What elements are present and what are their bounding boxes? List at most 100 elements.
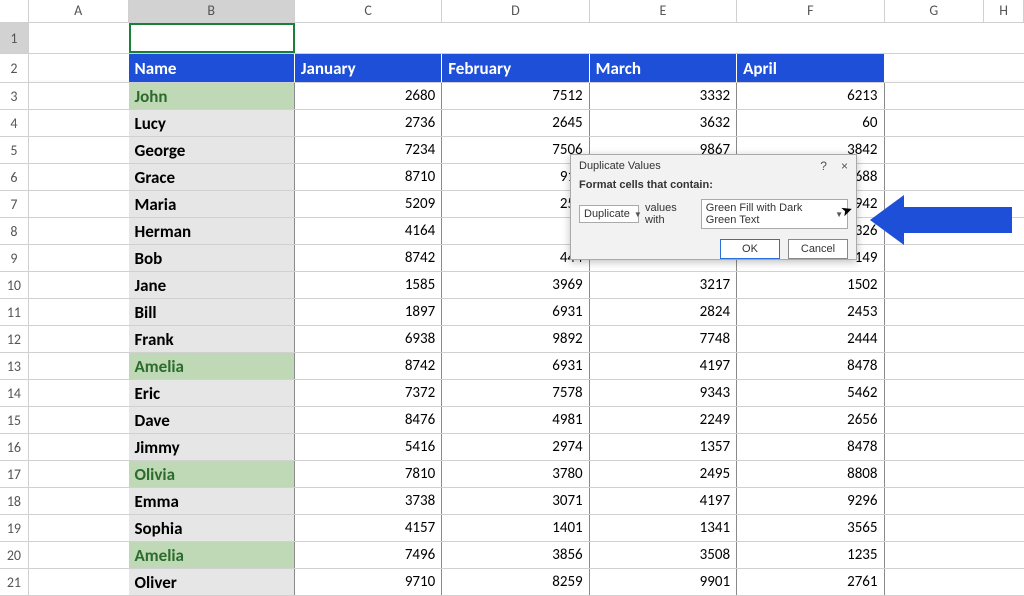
data-cell[interactable]: 1502 bbox=[737, 272, 884, 298]
cell[interactable] bbox=[984, 569, 1024, 595]
data-cell[interactable]: 2824 bbox=[590, 299, 737, 325]
format-dropdown[interactable]: Green Fill with Dark Green Text ▼ ➤ bbox=[701, 199, 848, 229]
cell[interactable] bbox=[29, 272, 129, 298]
name-cell[interactable]: George bbox=[129, 137, 295, 163]
row-header[interactable]: 8 bbox=[0, 218, 29, 244]
data-cell[interactable]: 3071 bbox=[442, 488, 589, 514]
data-cell[interactable]: 8478 bbox=[737, 353, 884, 379]
cell[interactable] bbox=[885, 110, 985, 136]
cell[interactable] bbox=[29, 353, 129, 379]
data-cell[interactable]: 7748 bbox=[590, 326, 737, 352]
col-header-G[interactable]: G bbox=[885, 0, 985, 22]
cell[interactable] bbox=[984, 488, 1024, 514]
data-cell[interactable]: 7578 bbox=[442, 380, 589, 406]
data-cell[interactable]: 2444 bbox=[737, 326, 884, 352]
cell[interactable] bbox=[984, 299, 1024, 325]
cell[interactable] bbox=[984, 434, 1024, 460]
cell[interactable] bbox=[29, 218, 129, 244]
col-header-C[interactable]: C bbox=[295, 0, 442, 22]
cell[interactable] bbox=[29, 164, 129, 190]
data-cell[interactable]: 258 bbox=[442, 191, 589, 217]
name-cell[interactable]: Grace bbox=[129, 164, 295, 190]
col-header-E[interactable]: E bbox=[590, 0, 737, 22]
cell[interactable] bbox=[29, 488, 129, 514]
cell[interactable] bbox=[29, 245, 129, 271]
col-header-F[interactable]: F bbox=[737, 0, 884, 22]
data-cell[interactable]: 3856 bbox=[442, 542, 589, 568]
cell[interactable] bbox=[29, 326, 129, 352]
data-cell[interactable]: 1235 bbox=[737, 542, 884, 568]
row-header[interactable]: 10 bbox=[0, 272, 29, 298]
data-cell[interactable]: 3332 bbox=[590, 83, 737, 109]
data-cell[interactable]: 3632 bbox=[590, 110, 737, 136]
header-mar[interactable]: March bbox=[590, 54, 737, 82]
name-cell[interactable]: Emma bbox=[129, 488, 295, 514]
name-cell[interactable]: Lucy bbox=[129, 110, 295, 136]
data-cell[interactable]: 7506 bbox=[442, 137, 589, 163]
cell[interactable] bbox=[984, 164, 1024, 190]
cell[interactable] bbox=[984, 326, 1024, 352]
cell[interactable] bbox=[984, 110, 1024, 136]
row-header[interactable]: 4 bbox=[0, 110, 29, 136]
cell[interactable] bbox=[885, 299, 985, 325]
name-cell[interactable]: Frank bbox=[129, 326, 295, 352]
data-cell[interactable]: 9892 bbox=[442, 326, 589, 352]
cell-A2[interactable] bbox=[29, 54, 129, 80]
name-cell[interactable]: Herman bbox=[129, 218, 295, 244]
data-cell[interactable]: 8742 bbox=[295, 353, 442, 379]
row-header[interactable]: 11 bbox=[0, 299, 29, 325]
cell[interactable] bbox=[885, 137, 985, 163]
name-cell[interactable]: Bob bbox=[129, 245, 295, 271]
name-cell[interactable]: Dave bbox=[129, 407, 295, 433]
row-header[interactable]: 17 bbox=[0, 461, 29, 487]
cell[interactable] bbox=[29, 110, 129, 136]
data-cell[interactable]: 5416 bbox=[295, 434, 442, 460]
data-cell[interactable]: 6 bbox=[442, 218, 589, 244]
data-cell[interactable]: 2495 bbox=[590, 461, 737, 487]
data-cell[interactable]: 4197 bbox=[590, 353, 737, 379]
cell[interactable] bbox=[984, 407, 1024, 433]
cell-B1-selected[interactable] bbox=[129, 23, 295, 53]
cell[interactable] bbox=[29, 542, 129, 568]
name-cell[interactable]: Maria bbox=[129, 191, 295, 217]
row-header-2[interactable]: 2 bbox=[0, 54, 29, 82]
data-cell[interactable]: 3738 bbox=[295, 488, 442, 514]
cell[interactable] bbox=[885, 488, 985, 514]
data-cell[interactable]: 6931 bbox=[442, 353, 589, 379]
data-cell[interactable]: 8478 bbox=[737, 434, 884, 460]
cell[interactable] bbox=[885, 353, 985, 379]
data-cell[interactable]: 8808 bbox=[737, 461, 884, 487]
name-cell[interactable]: Amelia bbox=[129, 353, 295, 379]
row-header[interactable]: 20 bbox=[0, 542, 29, 568]
data-cell[interactable]: 1357 bbox=[590, 434, 737, 460]
name-cell[interactable]: John bbox=[129, 83, 295, 109]
cell-A1[interactable] bbox=[29, 23, 129, 53]
duplicate-type-dropdown[interactable]: Duplicate ▼ bbox=[579, 205, 639, 223]
data-cell[interactable]: 5462 bbox=[737, 380, 884, 406]
cell-F1[interactable] bbox=[737, 23, 884, 53]
cell-H2[interactable] bbox=[984, 54, 1024, 80]
data-cell[interactable]: 6213 bbox=[737, 83, 884, 109]
data-cell[interactable]: 1401 bbox=[442, 515, 589, 541]
name-cell[interactable]: Sophia bbox=[129, 515, 295, 541]
col-header-B[interactable]: B bbox=[129, 0, 295, 22]
data-cell[interactable]: 1341 bbox=[590, 515, 737, 541]
name-cell[interactable]: Jimmy bbox=[129, 434, 295, 460]
data-cell[interactable]: 2453 bbox=[737, 299, 884, 325]
cell-E1[interactable] bbox=[590, 23, 737, 53]
row-header[interactable]: 19 bbox=[0, 515, 29, 541]
cell-G2[interactable] bbox=[885, 54, 985, 80]
cell[interactable] bbox=[885, 515, 985, 541]
data-cell[interactable]: 1585 bbox=[295, 272, 442, 298]
cell[interactable] bbox=[29, 299, 129, 325]
cell[interactable] bbox=[29, 83, 129, 109]
data-cell[interactable]: 7234 bbox=[295, 137, 442, 163]
cell[interactable] bbox=[885, 245, 985, 271]
cell[interactable] bbox=[885, 461, 985, 487]
data-cell[interactable]: 3217 bbox=[590, 272, 737, 298]
data-cell[interactable]: 7496 bbox=[295, 542, 442, 568]
cell[interactable] bbox=[984, 137, 1024, 163]
col-header-A[interactable]: A bbox=[29, 0, 129, 22]
data-cell[interactable]: 1897 bbox=[295, 299, 442, 325]
data-cell[interactable]: 6938 bbox=[295, 326, 442, 352]
